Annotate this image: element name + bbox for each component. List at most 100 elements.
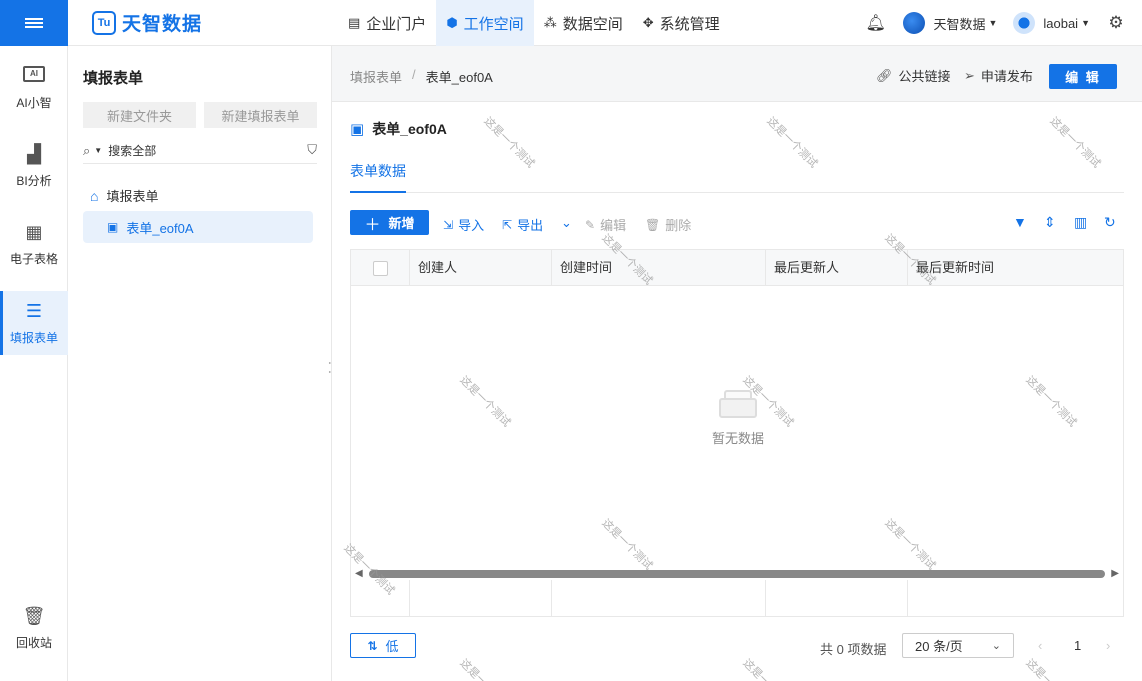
sort-order-button[interactable]: ⇅ 低 [350,633,416,658]
page-size-select[interactable]: 20 条/页 ⌄ [902,633,1014,658]
edit-button[interactable]: 编 辑 [1049,64,1117,89]
horizontal-scrollbar[interactable]: ◀ ▶ [351,568,1123,580]
breadcrumb-current: 表单_eof0A [425,70,493,85]
tenant-icon [903,12,926,34]
column-divider [907,580,908,616]
rail-item-label: 填报表单 [9,330,58,345]
search-scope-dropdown[interactable]: ▼ [94,146,102,155]
nav-item-portal[interactable]: ▤ 企业门户 [338,0,436,46]
app-root: Tu 天智数据 ▤ 企业门户 ⬢ 工作空间 ⁂ 数据空间 ✥ 系统管理 🔔︎ 天… [0,0,1142,681]
refresh-icon[interactable]: ↻ [1104,214,1116,231]
publish-request-button[interactable]: ➢ 申请发布 [964,66,1033,85]
chevron-down-icon: ▼ [1081,18,1090,28]
tab-bar: 表单数据 [350,152,1124,193]
delete-label: 删除 [665,218,692,233]
main-nav: ▤ 企业门户 ⬢ 工作空间 ⁂ 数据空间 ✥ 系统管理 [338,0,730,46]
column-divider [765,580,766,616]
rail-item-label: BI分析 [16,173,52,188]
page-number[interactable]: 1 [1074,638,1081,653]
breadcrumb-bar: 填报表单 / 表单_eof0A 🔗︎ 公共链接 ➢ 申请发布 编 辑 [332,46,1142,102]
filter-icon[interactable]: ⛉ [307,142,317,158]
logo-icon: Tu [92,10,116,35]
column-header[interactable]: 创建人 [409,250,551,286]
select-all-checkbox[interactable] [373,261,388,276]
prev-page-button[interactable]: ‹ [1038,638,1042,653]
breadcrumb-parent[interactable]: 填报表单 [350,67,402,86]
rail-item-form[interactable]: ☰ 填报表单 [0,291,68,355]
public-link-button[interactable]: 🔗︎ 公共链接 [876,66,951,85]
empty-inbox-icon [719,390,757,418]
new-folder-button[interactable]: 新建文件夹 [83,102,196,128]
data-table: 创建人 创建时间 最后更新人 最后更新时间 暂无数据 ◀ ▶ [350,249,1124,617]
bar-chart-icon: ▟ [27,143,41,164]
scroll-right-icon[interactable]: ▶ [1111,568,1119,579]
export-button[interactable]: ⇱ 导出 [502,215,543,234]
tree-root-label: 填报表单 [106,189,159,204]
main-content: 填报表单 / 表单_eof0A 🔗︎ 公共链接 ➢ 申请发布 编 辑 ▣ 表单_… [332,46,1142,681]
next-page-button[interactable]: › [1106,638,1110,653]
plus-icon: ＋ [364,216,381,234]
avatar [1013,12,1036,34]
tree-node-selected[interactable]: ▣ 表单_eof0A [83,211,313,243]
nav-item-label: 企业门户 [366,15,427,33]
chevron-down-icon: ⌄ [561,215,572,230]
filter-icon[interactable]: ▼ [1013,214,1027,230]
breadcrumb: 填报表单 / 表单_eof0A [350,67,493,86]
tenant-name: 天智数据 [933,16,986,32]
brand-logo[interactable]: Tu 天智数据 [92,9,202,36]
tree-node-label: 表单_eof0A [126,220,194,236]
tab-form-data[interactable]: 表单数据 [350,161,406,193]
publish-label: 申请发布 [980,69,1033,84]
data-space-icon: ⁂ [543,15,557,30]
rail-item-recycle[interactable]: 🗑︎ 回收站 [0,596,68,660]
tenant-switcher[interactable]: 天智数据 ▼ [903,12,997,34]
menu-toggle-button[interactable] [0,0,68,46]
header-right: 🔔︎ 天智数据 ▼ laobai ▼ ⚙ [865,0,1142,46]
rail-item-ai[interactable]: AI AI小智 [0,56,68,120]
pencil-icon: ✎ [585,217,596,232]
link-icon: 🔗︎ [876,67,893,83]
portal-icon: ▤ [348,15,361,30]
nav-item-workspace[interactable]: ⬢ 工作空间 [436,0,534,46]
tree-root-node[interactable]: ⌂ 填报表单 [90,186,158,205]
scroll-left-icon[interactable]: ◀ [355,568,363,579]
sort-icon[interactable]: ⇕ [1044,214,1056,231]
cube-icon: ⬢ [446,15,458,30]
user-menu[interactable]: laobai ▼ [1013,12,1090,34]
column-divider [409,580,410,616]
columns-icon[interactable]: ▥ [1074,214,1087,231]
nav-item-label: 系统管理 [659,15,720,33]
table-footer-row [351,580,1123,616]
bell-icon[interactable]: 🔔︎ [865,13,885,33]
trash-icon: 🗑︎ [22,605,46,626]
table-toolbar: ＋ 新增 ⇲ 导入 ⇱ 导出 ⌄ ✎ 编辑 🗑︎ 删除 ▼ ⇕ ▥ ↻ [350,210,1124,236]
trash-icon: 🗑︎ [645,217,661,232]
new-form-button[interactable]: 新建填报表单 [204,102,317,128]
rail-item-bi[interactable]: ▟ BI分析 [0,134,68,198]
add-label: 新增 [388,216,415,231]
export-dropdown[interactable]: ⌄ [561,215,572,231]
total-count: 共 0 项数据 [820,642,887,657]
nav-item-system[interactable]: ✥ 系统管理 [633,0,730,46]
column-header[interactable]: 最后更新人 [765,250,907,286]
rail-item-spreadsheet[interactable]: ▦ 电子表格 [0,212,68,276]
add-button[interactable]: ＋ 新增 [350,210,429,235]
export-label: 导出 [517,218,544,233]
table-header: 创建人 创建时间 最后更新人 最后更新时间 [351,250,1123,286]
export-icon: ⇱ [502,217,513,232]
form-tree-panel: 填报表单 新建文件夹 新建填报表单 ⌕ ▼ ⛉ ⌂ 填报表单 ▣ 表单_eof0… [68,46,332,681]
chevron-down-icon: ⌄ [991,640,1001,652]
spreadsheet-icon: ▦ [25,221,43,242]
scrollbar-thumb[interactable] [369,570,1105,578]
search-input[interactable] [108,143,279,158]
gear-icon[interactable]: ⚙ [1106,13,1126,33]
delete-button[interactable]: 🗑︎ 删除 [645,215,691,234]
empty-text: 暂无数据 [711,431,764,446]
column-header[interactable]: 最后更新时间 [907,250,1123,286]
column-header[interactable]: 创建时间 [551,250,765,286]
import-button[interactable]: ⇲ 导入 [443,215,484,234]
edit-row-button[interactable]: ✎ 编辑 [585,215,626,234]
nav-item-data-space[interactable]: ⁂ 数据空间 [534,0,633,46]
chevron-down-icon: ▼ [988,18,998,28]
public-link-label: 公共链接 [898,69,951,84]
